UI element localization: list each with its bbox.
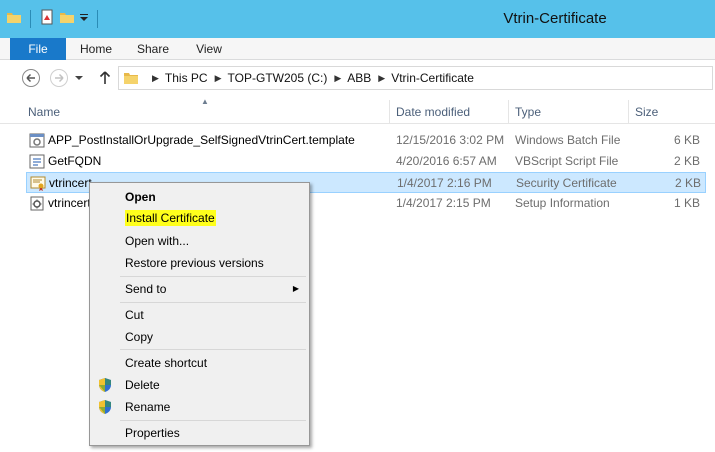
file-date: 4/20/2016 6:57 AM [396, 154, 497, 168]
new-folder-icon[interactable] [59, 9, 75, 28]
ribbon-tabs: File Home Share View [0, 38, 715, 60]
file-row[interactable]: APP_PostInstallOrUpgrade_SelfSignedVtrin… [26, 130, 706, 151]
menu-item-restore-previous-versions[interactable]: Restore previous versions [92, 252, 307, 274]
setup-info-file-icon [29, 196, 45, 211]
tab-share[interactable]: Share [130, 38, 176, 60]
breadcrumb-this-pc[interactable]: This PC [165, 71, 208, 85]
certificate-file-icon [30, 176, 46, 191]
batch-file-icon [29, 133, 45, 148]
column-name-header[interactable]: Name [22, 100, 388, 124]
menu-item-label: Open with... [125, 234, 190, 248]
quick-access-toolbar [6, 9, 102, 28]
column-header: ▲ Name Date modified Type Size [0, 97, 715, 124]
uac-shield-icon [98, 377, 112, 393]
menu-item-label: Properties [125, 426, 180, 440]
chevron-down-icon [75, 76, 83, 80]
navigation-bar: ▶ This PC ▶ TOP-GTW205 (C:) ▶ ABB ▶ Vtri… [0, 60, 715, 96]
menu-item-label: Rename [125, 400, 171, 414]
chevron-right-icon[interactable]: ▶ [334, 73, 341, 84]
address-bar[interactable]: ▶ This PC ▶ TOP-GTW205 (C:) ▶ ABB ▶ Vtri… [118, 66, 713, 90]
chevron-right-icon[interactable]: ▶ [378, 73, 385, 84]
file-size: 2 KB [674, 176, 701, 190]
file-date: 1/4/2017 2:16 PM [397, 176, 492, 190]
menu-item-label: Delete [125, 378, 160, 392]
tab-file[interactable]: File [10, 38, 66, 60]
menu-separator [120, 349, 306, 350]
menu-item-label: Restore previous versions [125, 256, 264, 270]
file-name: APP_PostInstallOrUpgrade_SelfSignedVtrin… [48, 133, 355, 147]
file-type: VBScript Script File [515, 154, 619, 168]
context-menu: Open Install Certificate Open with... Re… [89, 182, 310, 446]
uac-shield-icon [98, 399, 112, 415]
back-button[interactable] [20, 67, 42, 89]
file-row[interactable]: GetFQDN 4/20/2016 6:57 AM VBScript Scrip… [26, 151, 706, 172]
tab-view[interactable]: View [186, 38, 232, 60]
file-size: 2 KB [673, 154, 700, 168]
menu-item-label: Copy [125, 330, 154, 344]
menu-item-rename[interactable]: Rename [92, 396, 307, 418]
file-name: GetFQDN [48, 154, 102, 168]
file-size: 6 KB [673, 133, 700, 147]
file-size: 1 KB [673, 196, 700, 210]
menu-separator [120, 276, 306, 277]
menu-item-cut[interactable]: Cut [92, 304, 307, 326]
submenu-arrow-icon: ▶ [292, 284, 299, 293]
breadcrumb-drive[interactable]: TOP-GTW205 (C:) [228, 71, 328, 85]
column-type-header[interactable]: Type [509, 100, 627, 124]
folder-icon [123, 70, 139, 86]
tab-home[interactable]: Home [74, 38, 118, 60]
menu-item-label: Install Certificate [125, 210, 216, 226]
menu-item-label: Send to [125, 282, 167, 296]
file-date: 12/15/2016 3:02 PM [396, 133, 505, 147]
menu-item-label: Create shortcut [125, 356, 208, 370]
menu-item-label: Cut [125, 308, 144, 322]
window-title: Vtrin-Certificate [503, 10, 607, 27]
customize-qat-icon[interactable] [79, 9, 89, 28]
breadcrumb-abb[interactable]: ABB [347, 71, 371, 85]
up-button[interactable] [94, 67, 116, 89]
forward-button[interactable] [48, 67, 70, 89]
chevron-right-icon[interactable]: ▶ [152, 73, 159, 84]
menu-item-send-to[interactable]: Send to ▶ [92, 278, 307, 300]
explorer-window: Vtrin-Certificate File Home Share View ▶… [0, 0, 715, 452]
menu-item-delete[interactable]: Delete [92, 374, 307, 396]
title-bar: Vtrin-Certificate [0, 0, 715, 38]
vbscript-file-icon [29, 154, 45, 169]
menu-separator [120, 302, 306, 303]
breadcrumb-vtrin-certificate[interactable]: Vtrin-Certificate [391, 71, 474, 85]
menu-separator [120, 420, 306, 421]
file-type: Windows Batch File [515, 133, 621, 147]
menu-item-copy[interactable]: Copy [92, 326, 307, 348]
menu-item-create-shortcut[interactable]: Create shortcut [92, 352, 307, 374]
chevron-right-icon[interactable]: ▶ [215, 73, 222, 84]
menu-item-open[interactable]: Open [92, 186, 307, 208]
file-type: Setup Information [515, 196, 610, 210]
qat-separator [30, 9, 31, 28]
column-date-header[interactable]: Date modified [390, 100, 507, 124]
back-arrow-icon [22, 69, 40, 87]
recent-locations-button[interactable] [72, 67, 86, 89]
column-size-header[interactable]: Size [629, 100, 709, 124]
up-arrow-icon [99, 71, 111, 84]
menu-item-label: Open [125, 190, 156, 204]
folder-icon[interactable] [6, 9, 22, 28]
file-date: 1/4/2017 2:15 PM [396, 196, 491, 210]
menu-item-properties[interactable]: Properties [92, 422, 307, 444]
file-type: Security Certificate [516, 176, 617, 190]
qat-separator-2 [97, 9, 98, 28]
properties-icon[interactable] [39, 9, 55, 28]
menu-item-install-certificate[interactable]: Install Certificate [92, 207, 307, 229]
forward-arrow-icon [50, 69, 68, 87]
menu-item-open-with[interactable]: Open with... [92, 230, 307, 252]
